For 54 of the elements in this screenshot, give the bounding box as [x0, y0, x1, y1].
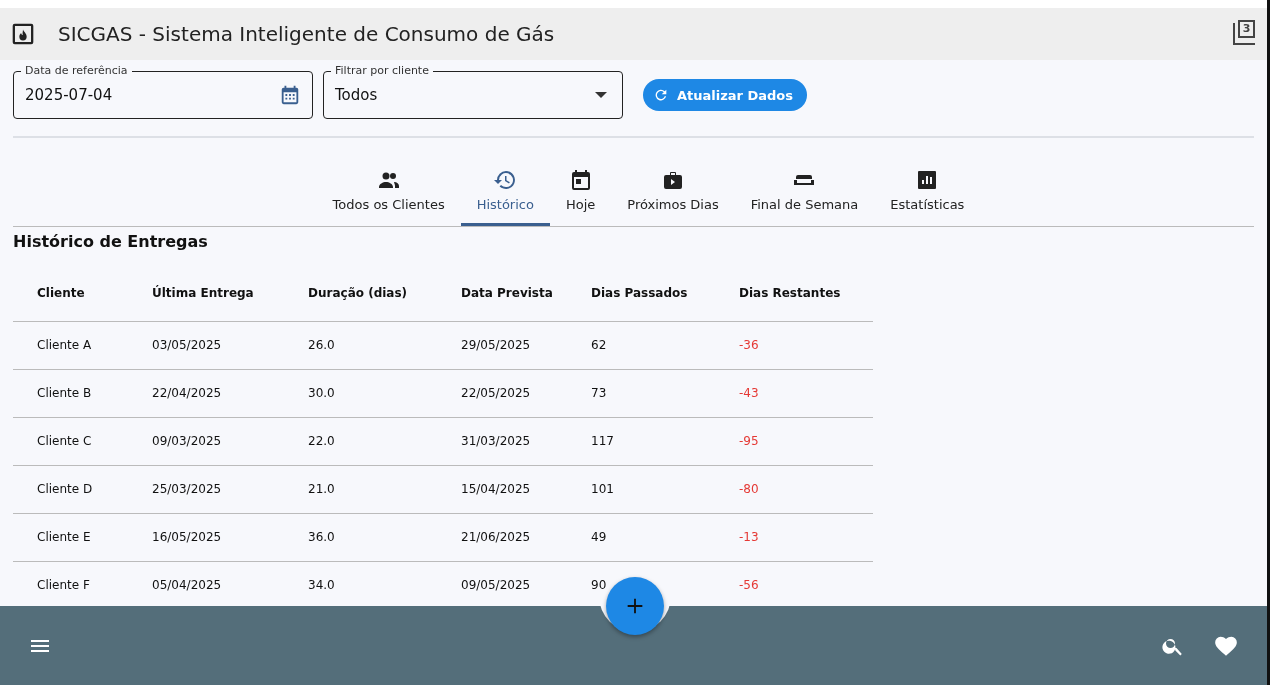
table-cell: Cliente C: [13, 417, 128, 465]
table-cell: Cliente E: [13, 513, 128, 561]
table-cell: 30.0: [284, 369, 437, 417]
column-header: Data Prevista: [437, 265, 567, 321]
table-cell: 25/03/2025: [128, 465, 284, 513]
flame-icon: [12, 23, 34, 45]
table-cell: 03/05/2025: [128, 321, 284, 369]
dropdown-caret-icon: [595, 92, 607, 98]
calendar-icon[interactable]: [279, 84, 301, 106]
tab[interactable]: Todos os Clientes: [316, 164, 461, 226]
table-cell: 22/05/2025: [437, 369, 567, 417]
table-cell: -36: [715, 321, 873, 369]
table-cell: -95: [715, 417, 873, 465]
field-label: Filtrar por cliente: [331, 64, 433, 77]
tab[interactable]: Hoje: [549, 164, 612, 226]
table-cell: 117: [567, 417, 715, 465]
table-cell: -80: [715, 465, 873, 513]
table-cell: 16/05/2025: [128, 513, 284, 561]
table-cell: 31/03/2025: [437, 417, 567, 465]
table-cell: 09/03/2025: [128, 417, 284, 465]
table-cell: Cliente D: [13, 465, 128, 513]
table-cell: 29/05/2025: [437, 321, 567, 369]
table-cell: -43: [715, 369, 873, 417]
tab[interactable]: Histórico: [460, 164, 550, 226]
table-cell: 62: [567, 321, 715, 369]
table-cell: 15/04/2025: [437, 465, 567, 513]
tab[interactable]: Próximos Dias: [611, 164, 735, 226]
table-cell: 22.0: [284, 417, 437, 465]
column-header: Dias Restantes: [715, 265, 873, 321]
tab[interactable]: Estatísticas: [874, 164, 981, 226]
refresh-icon: [653, 87, 669, 103]
app-title: SICGAS - Sistema Inteligente de Consumo de Gás: [58, 22, 555, 46]
table-cell: 21.0: [284, 465, 437, 513]
table-cell: 21/06/2025: [437, 513, 567, 561]
section-title: Histórico de Entregas: [13, 232, 209, 251]
client-select[interactable]: Filtrar por cliente Todos: [323, 63, 623, 119]
field-label: Data de referência: [21, 64, 132, 77]
table-cell: 26.0: [284, 321, 437, 369]
table-cell: 49: [567, 513, 715, 561]
column-header: Última Entrega: [128, 265, 284, 321]
table-cell: Cliente A: [13, 321, 128, 369]
column-header: Dias Passados: [567, 265, 715, 321]
history-icon: [493, 168, 518, 192]
table-cell: -13: [715, 513, 873, 561]
table-cell: 22/04/2025: [128, 369, 284, 417]
table-cell: 73: [567, 369, 715, 417]
table-cell: Cliente B: [13, 369, 128, 417]
tab[interactable]: Final de Semana: [734, 164, 875, 226]
column-header: Cliente: [13, 265, 128, 321]
refresh-button[interactable]: Atualizar Dados: [643, 79, 808, 111]
table-cell: 36.0: [284, 513, 437, 561]
table-cell: 101: [567, 465, 715, 513]
column-header: Duração (dias): [284, 265, 437, 321]
date-field[interactable]: Data de referência 2025-07-04: [13, 63, 313, 119]
